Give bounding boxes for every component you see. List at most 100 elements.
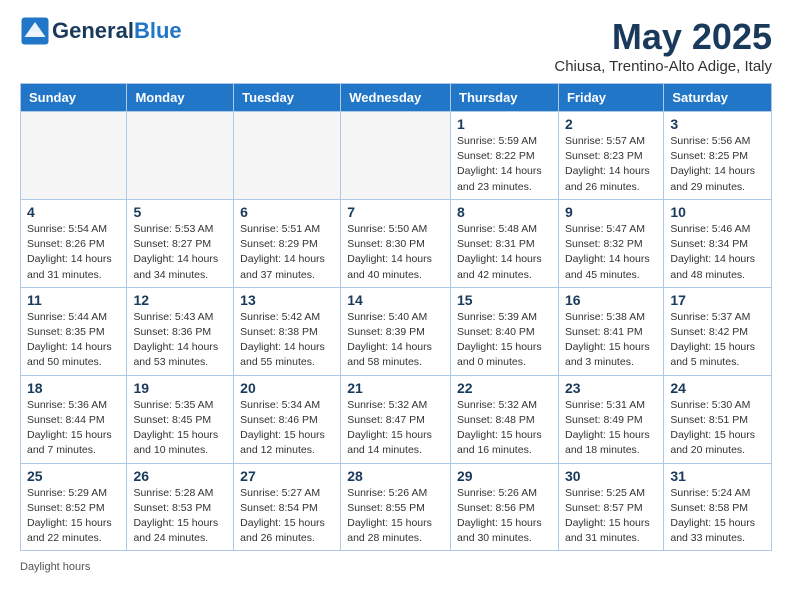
day-info: Sunrise: 5:53 AM Sunset: 8:27 PM Dayligh… [133, 222, 227, 283]
day-number: 1 [457, 116, 552, 132]
day-number: 5 [133, 204, 227, 220]
day-number: 12 [133, 292, 227, 308]
calendar-cell: 18Sunrise: 5:36 AM Sunset: 8:44 PM Dayli… [21, 375, 127, 463]
calendar-cell: 5 Sunrise: 5:53 AM Sunset: 8:27 PM Daylig… [127, 199, 234, 287]
day-info: Sunrise: 5:46 AM Sunset: 8:34 PM Dayligh… [670, 222, 765, 283]
day-number: 28 [347, 468, 444, 484]
calendar-cell [341, 112, 451, 200]
calendar-cell: 3 Sunrise: 5:56 AM Sunset: 8:25 PM Daylig… [664, 112, 772, 200]
day-number: 3 [670, 116, 765, 132]
calendar-cell: 27Sunrise: 5:27 AM Sunset: 8:54 PM Dayli… [234, 463, 341, 551]
calendar-cell [234, 112, 341, 200]
calendar-cell: 14 Sunrise: 5:40 AM Sunset: 8:39 PM Dayli… [341, 287, 451, 375]
day-number: 21 [347, 380, 444, 396]
calendar-week-row: 1 Sunrise: 5:59 AM Sunset: 8:22 PM Daylig… [21, 112, 772, 200]
calendar-cell: 22Sunrise: 5:32 AM Sunset: 8:48 PM Dayli… [451, 375, 559, 463]
day-number: 17 [670, 292, 765, 308]
day-info: Sunrise: 5:32 AM Sunset: 8:47 PM Dayligh… [347, 398, 444, 459]
day-number: 26 [133, 468, 227, 484]
day-info: Sunrise: 5:59 AM Sunset: 8:22 PM Dayligh… [457, 134, 552, 195]
day-info: Sunrise: 5:28 AM Sunset: 8:53 PM Dayligh… [133, 486, 227, 547]
day-info: Sunrise: 5:42 AM Sunset: 8:38 PM Dayligh… [240, 310, 334, 371]
day-info: Sunrise: 5:29 AM Sunset: 8:52 PM Dayligh… [27, 486, 120, 547]
day-number: 23 [565, 380, 657, 396]
col-sunday: Sunday [21, 84, 127, 112]
title-block: May 2025 Chiusa, Trentino-Alto Adige, It… [554, 16, 772, 75]
calendar-week-row: 25Sunrise: 5:29 AM Sunset: 8:52 PM Dayli… [21, 463, 772, 551]
col-wednesday: Wednesday [341, 84, 451, 112]
day-number: 24 [670, 380, 765, 396]
day-info: Sunrise: 5:56 AM Sunset: 8:25 PM Dayligh… [670, 134, 765, 195]
day-number: 11 [27, 292, 120, 308]
calendar-week-row: 11Sunrise: 5:44 AM Sunset: 8:35 PM Dayli… [21, 287, 772, 375]
day-info: Sunrise: 5:50 AM Sunset: 8:30 PM Dayligh… [347, 222, 444, 283]
logo: GeneralBlue [20, 16, 182, 46]
calendar-cell: 20 Sunrise: 5:34 AM Sunset: 8:46 PM Dayli… [234, 375, 341, 463]
day-info: Sunrise: 5:47 AM Sunset: 8:32 PM Dayligh… [565, 222, 657, 283]
calendar-cell: 19 Sunrise: 5:35 AM Sunset: 8:45 PM Dayli… [127, 375, 234, 463]
col-monday: Monday [127, 84, 234, 112]
logo-blue: Blue [134, 18, 182, 43]
day-number: 20 [240, 380, 334, 396]
day-number: 27 [240, 468, 334, 484]
day-number: 16 [565, 292, 657, 308]
calendar-cell: 8 Sunrise: 5:48 AM Sunset: 8:31 PM Daylig… [451, 199, 559, 287]
calendar-cell: 2Sunrise: 5:57 AM Sunset: 8:23 PM Daylig… [558, 112, 663, 200]
day-info: Sunrise: 5:51 AM Sunset: 8:29 PM Dayligh… [240, 222, 334, 283]
day-info: Sunrise: 5:36 AM Sunset: 8:44 PM Dayligh… [27, 398, 120, 459]
day-info: Sunrise: 5:57 AM Sunset: 8:23 PM Dayligh… [565, 134, 657, 195]
day-info: Sunrise: 5:34 AM Sunset: 8:46 PM Dayligh… [240, 398, 334, 459]
day-info: Sunrise: 5:30 AM Sunset: 8:51 PM Dayligh… [670, 398, 765, 459]
col-friday: Friday [558, 84, 663, 112]
day-info: Sunrise: 5:24 AM Sunset: 8:58 PM Dayligh… [670, 486, 765, 547]
day-number: 22 [457, 380, 552, 396]
calendar-cell [21, 112, 127, 200]
month-title: May 2025 [554, 16, 772, 58]
calendar-cell: 16 Sunrise: 5:38 AM Sunset: 8:41 PM Dayli… [558, 287, 663, 375]
day-info: Sunrise: 5:54 AM Sunset: 8:26 PM Dayligh… [27, 222, 120, 283]
day-info: Sunrise: 5:43 AM Sunset: 8:36 PM Dayligh… [133, 310, 227, 371]
day-number: 14 [347, 292, 444, 308]
day-number: 13 [240, 292, 334, 308]
day-info: Sunrise: 5:25 AM Sunset: 8:57 PM Dayligh… [565, 486, 657, 547]
day-info: Sunrise: 5:48 AM Sunset: 8:31 PM Dayligh… [457, 222, 552, 283]
day-number: 8 [457, 204, 552, 220]
day-number: 15 [457, 292, 552, 308]
calendar-cell: 13 Sunrise: 5:42 AM Sunset: 8:38 PM Dayli… [234, 287, 341, 375]
location-subtitle: Chiusa, Trentino-Alto Adige, Italy [554, 58, 772, 75]
col-thursday: Thursday [451, 84, 559, 112]
calendar-cell: 12 Sunrise: 5:43 AM Sunset: 8:36 PM Dayli… [127, 287, 234, 375]
calendar-cell: 15 Sunrise: 5:39 AM Sunset: 8:40 PM Dayli… [451, 287, 559, 375]
calendar-cell: 7Sunrise: 5:50 AM Sunset: 8:30 PM Daylig… [341, 199, 451, 287]
col-tuesday: Tuesday [234, 84, 341, 112]
calendar-cell: 24 Sunrise: 5:30 AM Sunset: 8:51 PM Dayli… [664, 375, 772, 463]
calendar-cell: 26 Sunrise: 5:28 AM Sunset: 8:53 PM Dayli… [127, 463, 234, 551]
day-number: 19 [133, 380, 227, 396]
day-info: Sunrise: 5:31 AM Sunset: 8:49 PM Dayligh… [565, 398, 657, 459]
calendar-header-row: Sunday Monday Tuesday Wednesday Thursday… [21, 84, 772, 112]
day-number: 31 [670, 468, 765, 484]
calendar-cell: 28 Sunrise: 5:26 AM Sunset: 8:55 PM Dayli… [341, 463, 451, 551]
day-info: Sunrise: 5:26 AM Sunset: 8:56 PM Dayligh… [457, 486, 552, 547]
day-number: 30 [565, 468, 657, 484]
calendar-cell: 30 Sunrise: 5:25 AM Sunset: 8:57 PM Dayli… [558, 463, 663, 551]
calendar-cell [127, 112, 234, 200]
day-info: Sunrise: 5:38 AM Sunset: 8:41 PM Dayligh… [565, 310, 657, 371]
calendar-cell: 11Sunrise: 5:44 AM Sunset: 8:35 PM Dayli… [21, 287, 127, 375]
day-info: Sunrise: 5:40 AM Sunset: 8:39 PM Dayligh… [347, 310, 444, 371]
calendar-cell: 17Sunrise: 5:37 AM Sunset: 8:42 PM Dayli… [664, 287, 772, 375]
calendar-cell: 29Sunrise: 5:26 AM Sunset: 8:56 PM Dayli… [451, 463, 559, 551]
calendar-cell: 25Sunrise: 5:29 AM Sunset: 8:52 PM Dayli… [21, 463, 127, 551]
day-info: Sunrise: 5:26 AM Sunset: 8:55 PM Dayligh… [347, 486, 444, 547]
day-number: 10 [670, 204, 765, 220]
calendar-week-row: 18Sunrise: 5:36 AM Sunset: 8:44 PM Dayli… [21, 375, 772, 463]
day-info: Sunrise: 5:35 AM Sunset: 8:45 PM Dayligh… [133, 398, 227, 459]
calendar-cell: 4Sunrise: 5:54 AM Sunset: 8:26 PM Daylig… [21, 199, 127, 287]
page-header: GeneralBlue May 2025 Chiusa, Trentino-Al… [0, 0, 792, 83]
calendar-cell: 1 Sunrise: 5:59 AM Sunset: 8:22 PM Daylig… [451, 112, 559, 200]
day-info: Sunrise: 5:39 AM Sunset: 8:40 PM Dayligh… [457, 310, 552, 371]
logo-icon [20, 16, 50, 46]
day-number: 6 [240, 204, 334, 220]
logo-general: General [52, 18, 134, 43]
calendar-cell: 21 Sunrise: 5:32 AM Sunset: 8:47 PM Dayli… [341, 375, 451, 463]
